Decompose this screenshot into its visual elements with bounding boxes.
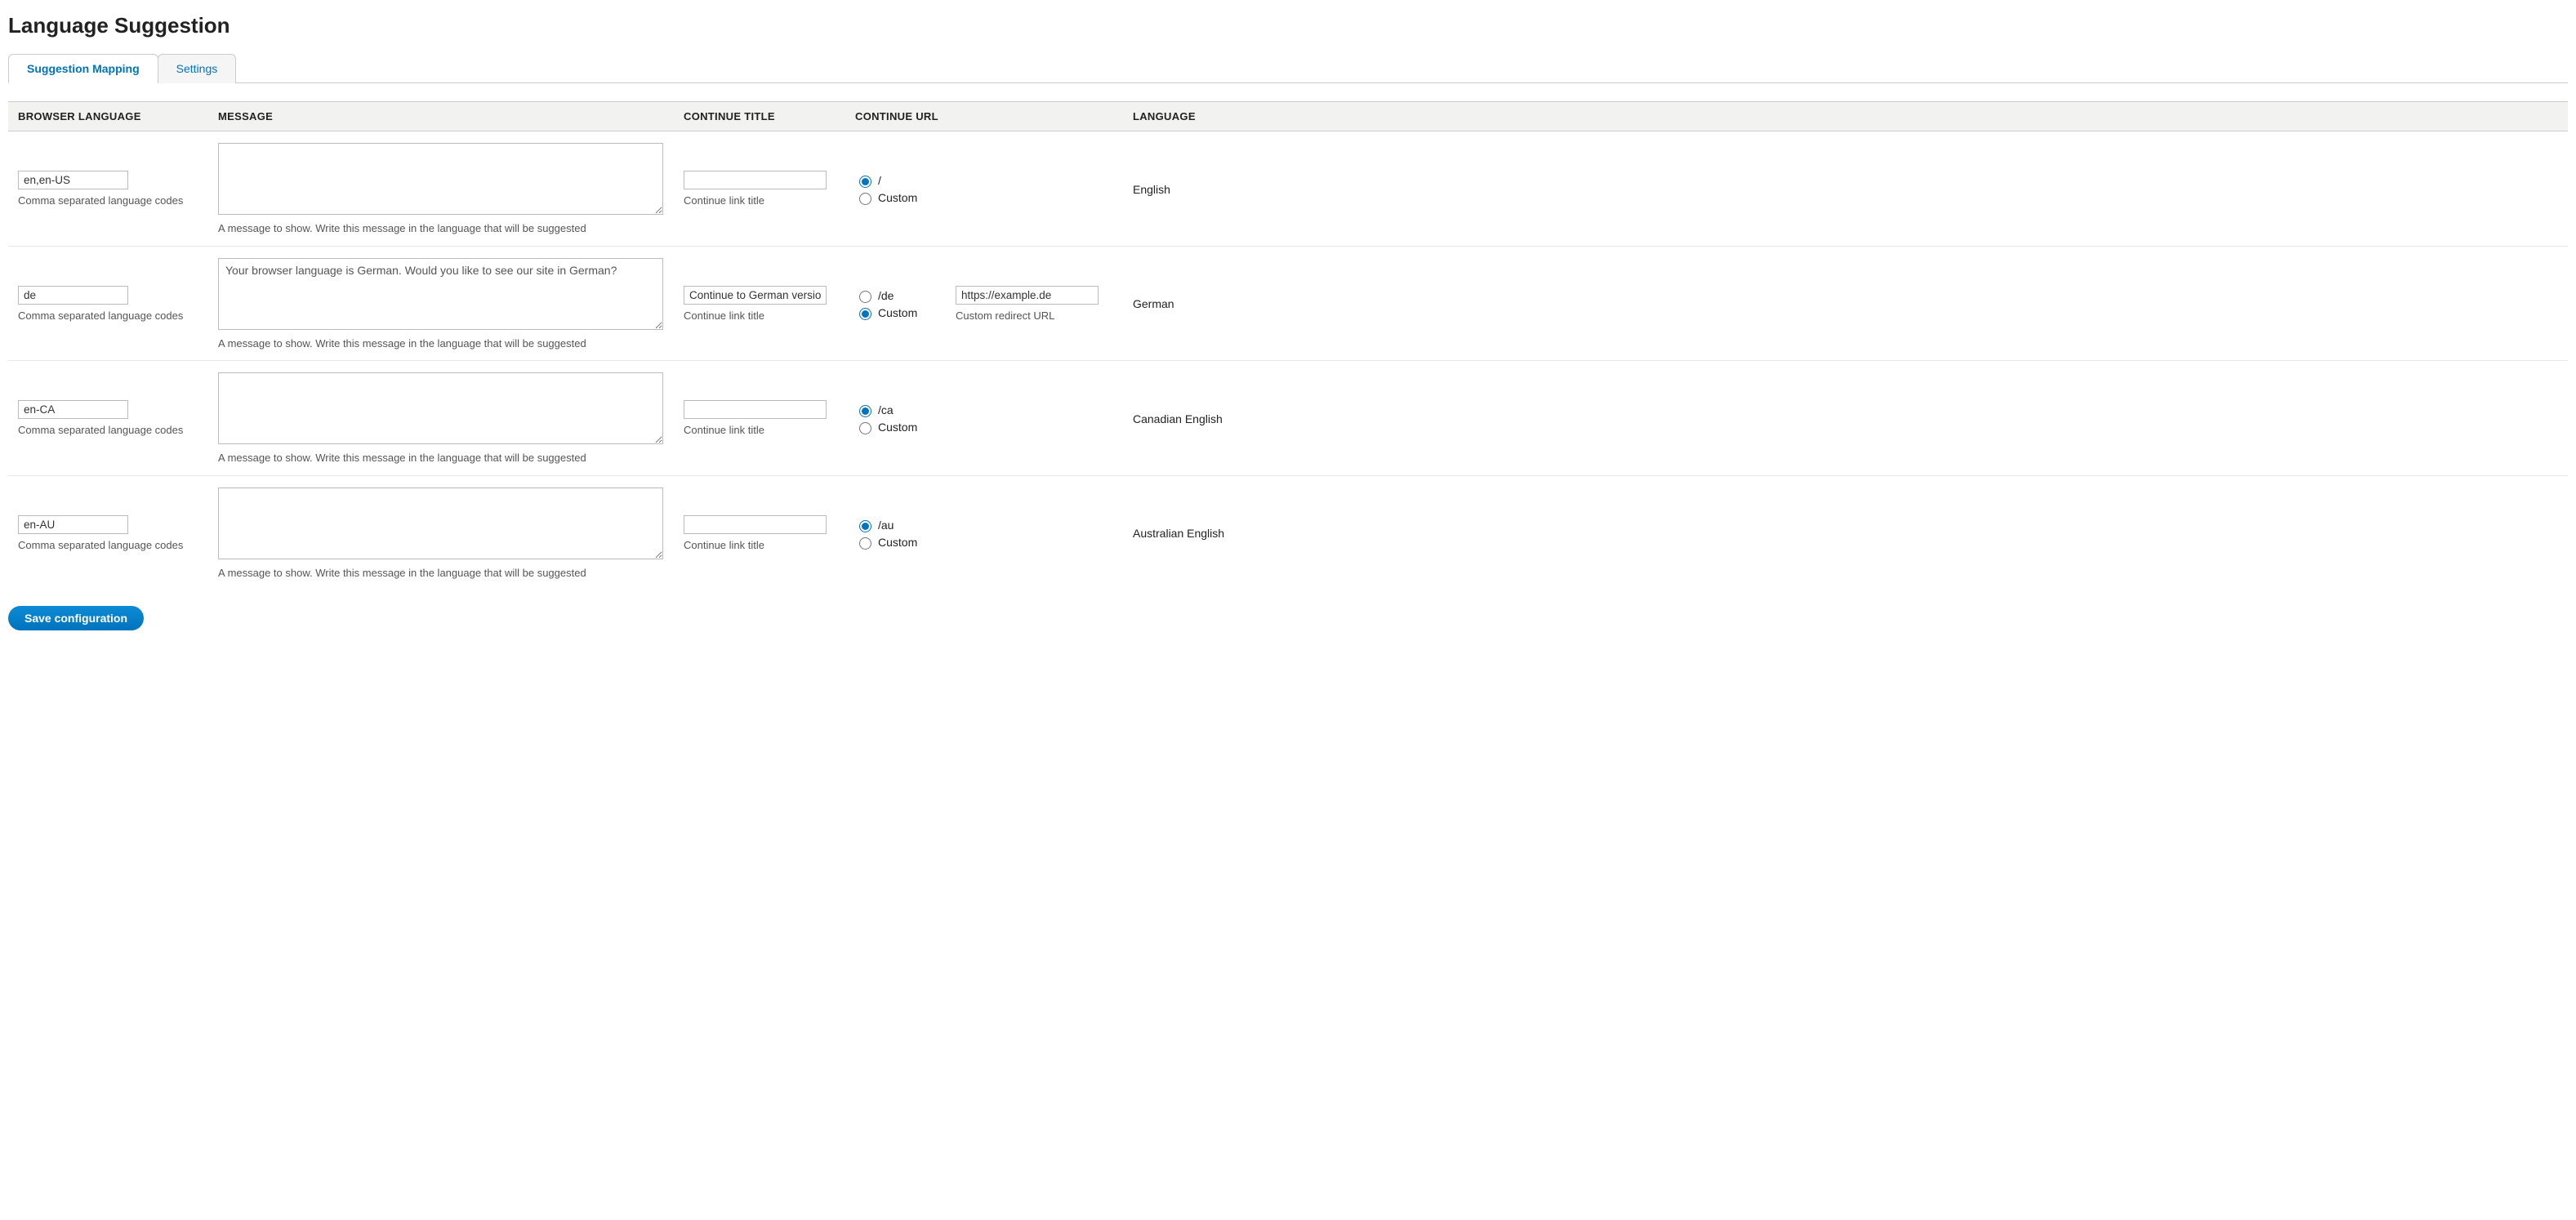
message-textarea[interactable]: [218, 258, 663, 330]
th-browser-language: BROWSER LANGUAGE: [8, 102, 208, 131]
mapping-table: BROWSER LANGUAGE MESSAGE CONTINUE TITLE …: [8, 101, 2568, 590]
continue-url-path-label: /ca: [878, 403, 894, 416]
th-message: MESSAGE: [208, 102, 674, 131]
table-row: Comma separated language codes A message …: [8, 361, 2568, 476]
continue-title-help: Continue link title: [684, 423, 836, 438]
table-row: Comma separated language codes A message …: [8, 131, 2568, 247]
browser-language-help: Comma separated language codes: [18, 538, 198, 553]
custom-url-input[interactable]: [956, 286, 1099, 305]
message-textarea[interactable]: [218, 488, 663, 559]
continue-url-path-radio[interactable]: [859, 405, 871, 417]
continue-url-path-radio[interactable]: [859, 291, 871, 303]
language-label: English: [1123, 131, 2568, 247]
th-continue-url: CONTINUE URL: [845, 102, 1123, 131]
browser-language-input[interactable]: [18, 171, 128, 189]
save-button[interactable]: Save configuration: [8, 606, 144, 630]
message-help: A message to show. Write this message in…: [218, 566, 664, 581]
browser-language-help: Comma separated language codes: [18, 309, 198, 323]
continue-url-path-label: /de: [878, 289, 894, 302]
tab-suggestion-mapping[interactable]: Suggestion Mapping: [8, 54, 158, 83]
continue-url-custom-radio[interactable]: [859, 193, 871, 205]
tab-settings[interactable]: Settings: [158, 54, 237, 83]
continue-title-input[interactable]: [684, 515, 827, 534]
continue-url-path-label: /: [878, 174, 881, 187]
browser-language-help: Comma separated language codes: [18, 423, 198, 438]
tabs-bar: Suggestion Mapping Settings: [8, 53, 2568, 83]
continue-url-custom-label: Custom: [878, 421, 917, 434]
message-help: A message to show. Write this message in…: [218, 221, 664, 236]
custom-url-help: Custom redirect URL: [956, 309, 1099, 323]
th-language: LANGUAGE: [1123, 102, 2568, 131]
browser-language-input[interactable]: [18, 400, 128, 419]
continue-url-custom-label: Custom: [878, 306, 917, 319]
message-help: A message to show. Write this message in…: [218, 336, 664, 351]
continue-url-custom-radio[interactable]: [859, 422, 871, 434]
continue-title-help: Continue link title: [684, 309, 836, 323]
language-label: German: [1123, 246, 2568, 361]
page-title: Language Suggestion: [8, 13, 2568, 38]
continue-url-custom-radio[interactable]: [859, 537, 871, 550]
continue-title-input[interactable]: [684, 171, 827, 189]
continue-url-path-radio[interactable]: [859, 176, 871, 188]
message-help: A message to show. Write this message in…: [218, 451, 664, 465]
message-textarea[interactable]: [218, 372, 663, 444]
continue-url-path-label: /au: [878, 519, 894, 532]
continue-url-path-radio[interactable]: [859, 520, 871, 532]
continue-title-input[interactable]: [684, 400, 827, 419]
browser-language-input[interactable]: [18, 515, 128, 534]
table-row: Comma separated language codes A message …: [8, 475, 2568, 590]
continue-url-custom-label: Custom: [878, 191, 917, 204]
continue-url-custom-radio[interactable]: [859, 308, 871, 320]
continue-title-input[interactable]: [684, 286, 827, 305]
message-textarea[interactable]: [218, 143, 663, 215]
browser-language-input[interactable]: [18, 286, 128, 305]
continue-url-custom-label: Custom: [878, 536, 917, 549]
table-row: Comma separated language codes A message …: [8, 246, 2568, 361]
language-label: Australian English: [1123, 475, 2568, 590]
th-continue-title: CONTINUE TITLE: [674, 102, 845, 131]
continue-title-help: Continue link title: [684, 194, 836, 208]
browser-language-help: Comma separated language codes: [18, 194, 198, 208]
continue-title-help: Continue link title: [684, 538, 836, 553]
language-label: Canadian English: [1123, 361, 2568, 476]
